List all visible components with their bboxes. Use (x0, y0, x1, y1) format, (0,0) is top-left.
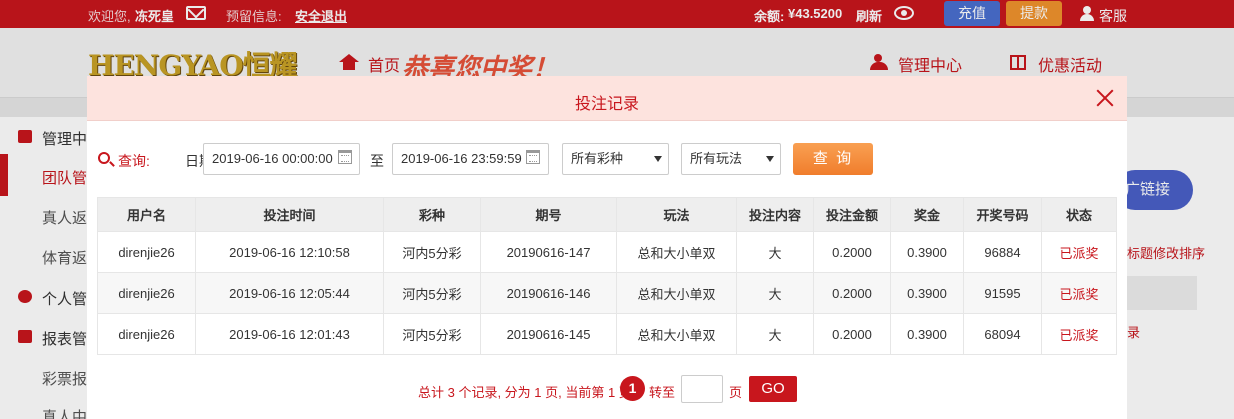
cell-issue: 20190616-146 (480, 272, 617, 314)
cell-status: 已派奖 (1041, 231, 1117, 273)
column-header: 投注时间 (195, 197, 384, 232)
cell-status: 已派奖 (1041, 313, 1117, 355)
calendar-icon[interactable] (526, 150, 540, 164)
cell-play: 总和大小单双 (616, 231, 737, 273)
page-input[interactable] (681, 375, 723, 403)
column-header: 状态 (1041, 197, 1117, 232)
cell-lottery: 河内5分彩 (383, 313, 481, 355)
cell-content: 大 (736, 313, 814, 355)
modal-header: 投注记录 (87, 76, 1127, 121)
cell-play: 总和大小单双 (616, 272, 737, 314)
go-button[interactable]: GO (749, 376, 797, 402)
column-header: 投注金额 (813, 197, 891, 232)
cell-prize: 0.3900 (890, 272, 964, 314)
cell-issue: 20190616-145 (480, 313, 617, 355)
cell-prize: 0.3900 (890, 231, 964, 273)
cell-bet-time: 2019-06-16 12:05:44 (195, 272, 384, 314)
column-header: 用户名 (97, 197, 196, 232)
cell-username: direnjie26 (97, 231, 196, 273)
cell-content: 大 (736, 231, 814, 273)
bet-record-modal: 投注记录 查询: 日期: 2019-06-16 00:00:00 至 2019-… (87, 76, 1127, 419)
cell-issue: 20190616-147 (480, 231, 617, 273)
column-header: 开奖号码 (963, 197, 1042, 232)
cell-amount: 0.2000 (813, 231, 891, 273)
column-header: 玩法 (616, 197, 737, 232)
cell-draw-number: 91595 (963, 272, 1042, 314)
cell-amount: 0.2000 (813, 313, 891, 355)
cell-username: direnjie26 (97, 313, 196, 355)
modal-title: 投注记录 (574, 96, 639, 113)
page-number-current[interactable]: 1 (620, 376, 645, 401)
cell-play: 总和大小单双 (616, 313, 737, 355)
page-unit-label: 页 (729, 385, 743, 400)
to-label: 至 (370, 153, 384, 169)
table-row: direnjie26 2019-06-16 12:01:43 河内5分彩 201… (97, 313, 1117, 355)
cell-content: 大 (736, 272, 814, 314)
cell-bet-time: 2019-06-16 12:01:43 (195, 313, 384, 355)
table-row: direnjie26 2019-06-16 12:10:58 河内5分彩 201… (97, 231, 1117, 273)
query-button[interactable]: 查 询 (793, 143, 873, 175)
table-header-row: 用户名 投注时间 彩种 期号 玩法 投注内容 投注金额 奖金 开奖号码 状态 (97, 197, 1117, 232)
cell-draw-number: 96884 (963, 231, 1042, 273)
lottery-select[interactable]: 所有彩种 (562, 143, 669, 175)
cell-bet-time: 2019-06-16 12:10:58 (195, 231, 384, 273)
column-header: 奖金 (890, 197, 964, 232)
cell-amount: 0.2000 (813, 272, 891, 314)
cell-username: direnjie26 (97, 272, 196, 314)
query-label: 查询: (118, 153, 150, 169)
column-header: 投注内容 (736, 197, 814, 232)
calendar-icon[interactable] (338, 150, 352, 164)
close-icon[interactable] (1095, 88, 1115, 108)
date-from-input[interactable]: 2019-06-16 00:00:00 (203, 143, 360, 175)
column-header: 彩种 (383, 197, 481, 232)
cell-status: 已派奖 (1041, 272, 1117, 314)
pager-summary: 总计 3 个记录, 分为 1 页, 当前第 1 页 (418, 385, 632, 400)
chevron-down-icon (766, 156, 774, 162)
goto-label: 转至 (649, 385, 676, 400)
cell-lottery: 河内5分彩 (383, 231, 481, 273)
play-select-value: 所有玩法 (690, 151, 743, 166)
cell-draw-number: 68094 (963, 313, 1042, 355)
chevron-down-icon (654, 156, 662, 162)
table-row: direnjie26 2019-06-16 12:05:44 河内5分彩 201… (97, 272, 1117, 314)
play-select[interactable]: 所有玩法 (681, 143, 781, 175)
column-header: 期号 (480, 197, 617, 232)
bet-record-table: 用户名 投注时间 彩种 期号 玩法 投注内容 投注金额 奖金 开奖号码 状态 d… (97, 197, 1117, 355)
search-icon (98, 152, 110, 164)
cell-prize: 0.3900 (890, 313, 964, 355)
cell-lottery: 河内5分彩 (383, 272, 481, 314)
lottery-select-value: 所有彩种 (571, 151, 624, 166)
